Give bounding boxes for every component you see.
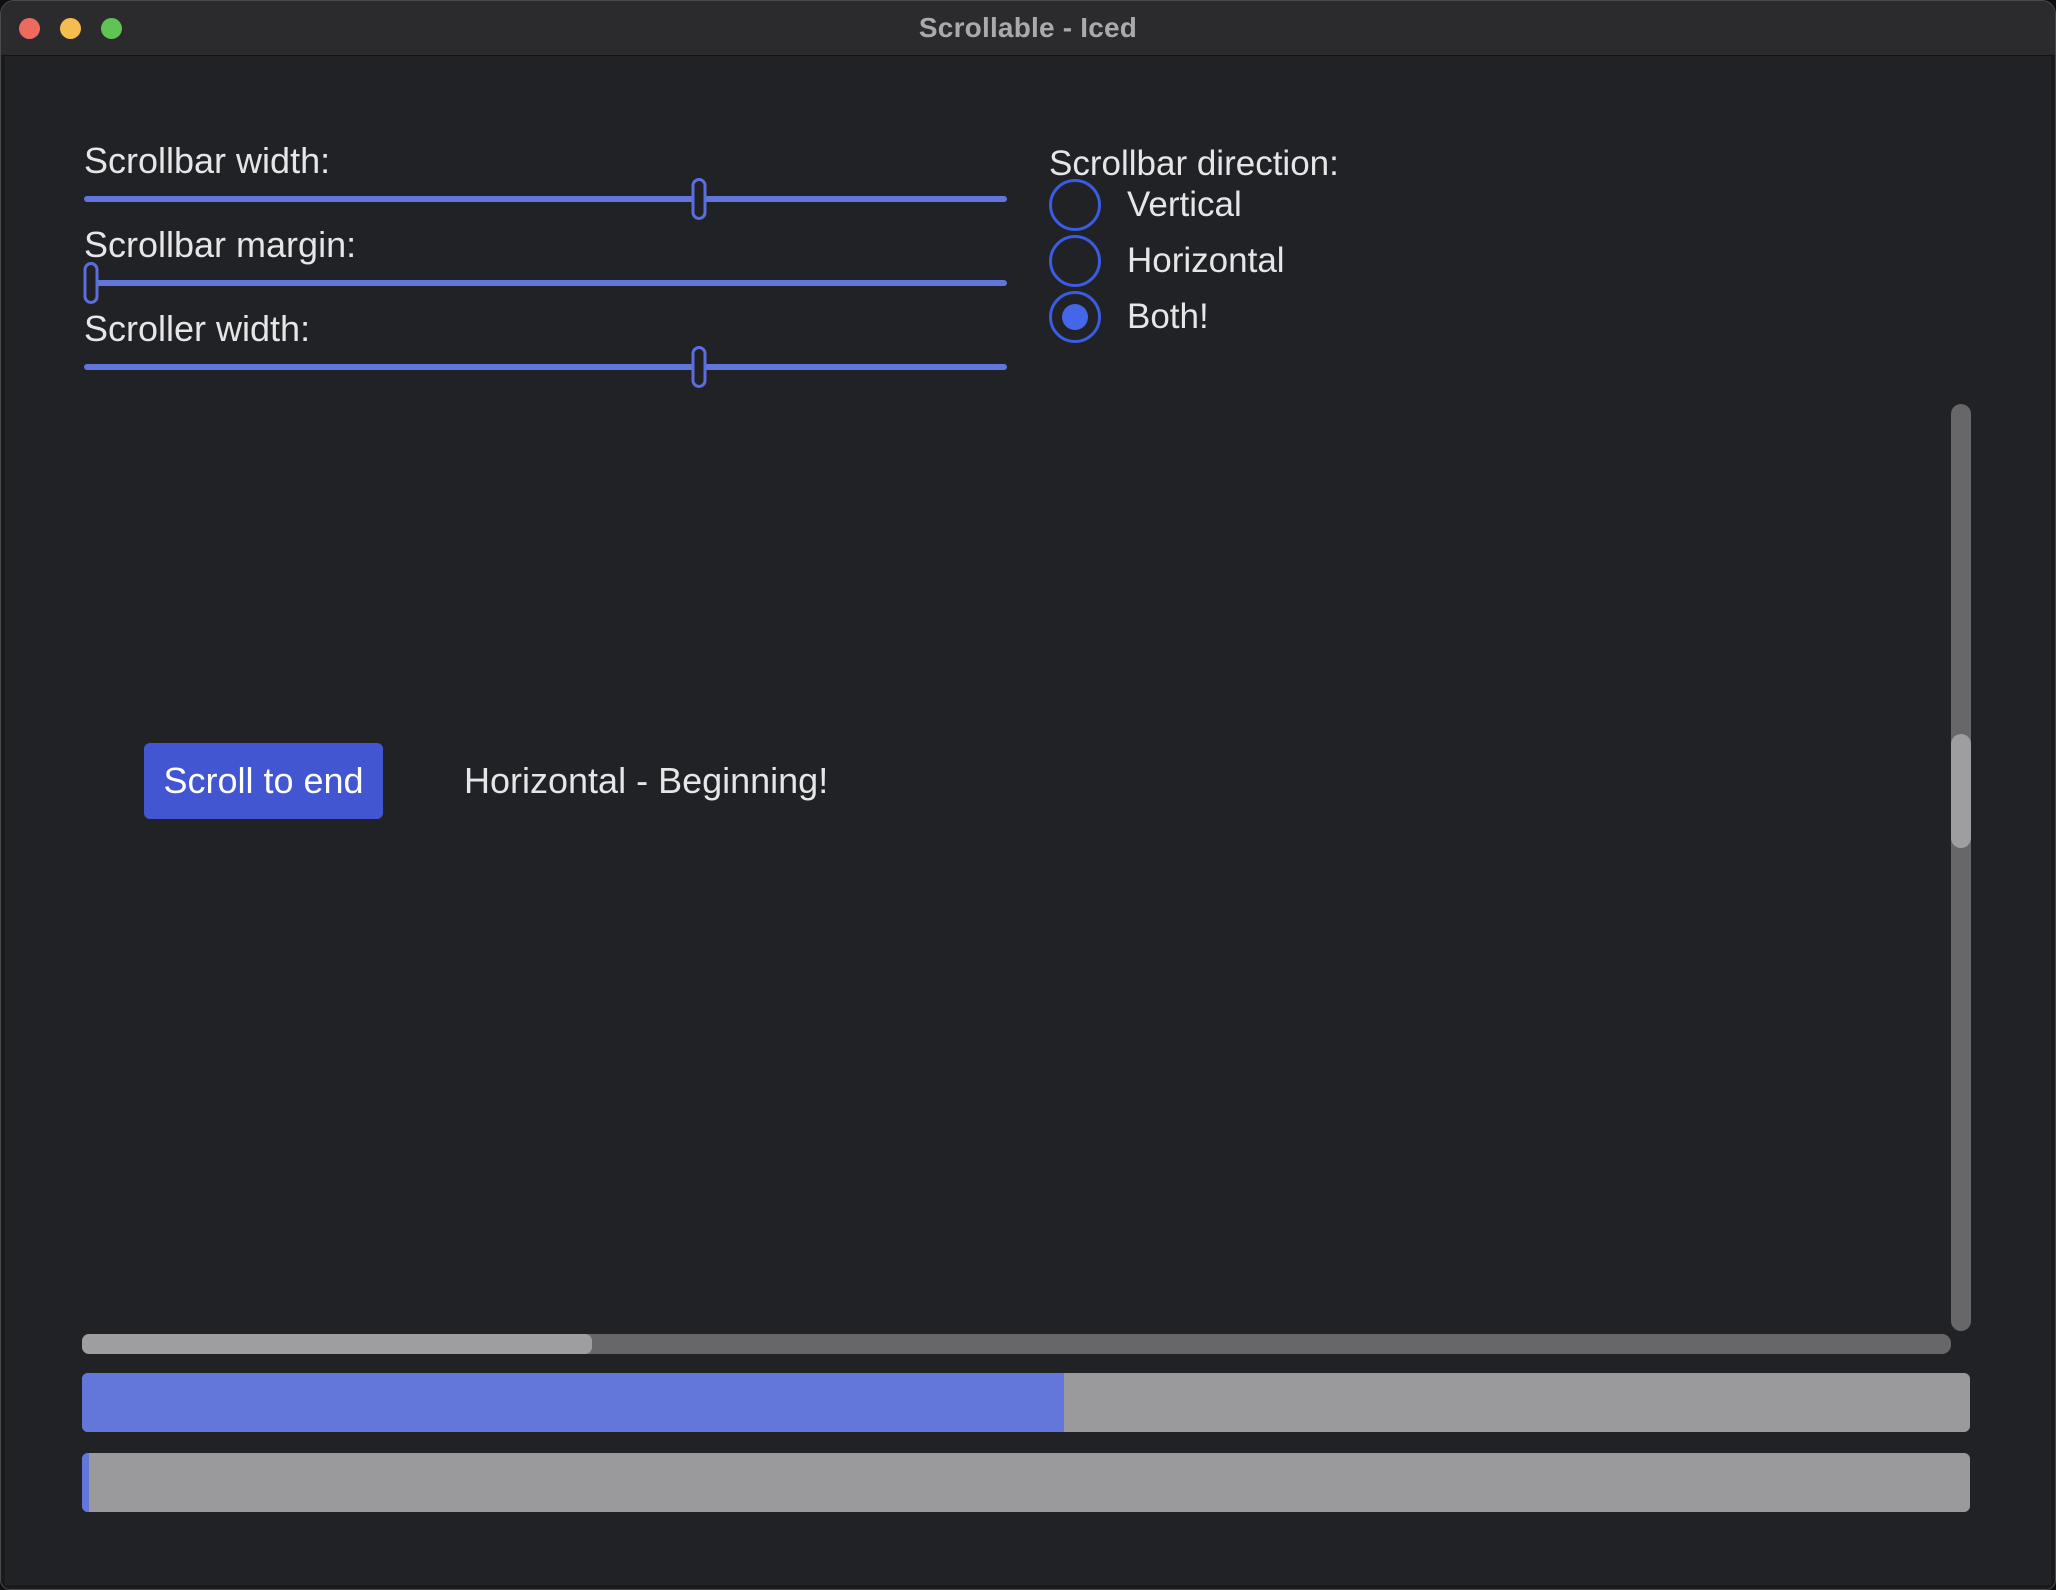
scroller-width-slider[interactable] [84,346,1007,388]
radio-circle-icon[interactable] [1049,179,1101,231]
minimize-button[interactable] [60,18,81,39]
slider-rail[interactable] [84,364,1007,370]
scrollbar-width-label: Scrollbar width: [84,141,330,181]
app-window: Scrollable - Iced Scrollbar width: Scrol… [0,0,2056,1590]
window-border-right [2051,56,2055,1589]
radio-both[interactable]: Both! [1049,291,1209,343]
radio-circle-icon[interactable] [1049,235,1101,287]
close-button[interactable] [19,18,40,39]
scrollbar-direction-label: Scrollbar direction: [1049,144,1339,184]
titlebar: Scrollable - Iced [1,1,2055,56]
radio-horizontal-label: Horizontal [1127,241,1285,281]
slider-handle[interactable] [691,178,706,220]
window-border-bottom [1,1585,2055,1589]
progress-fill [82,1373,1064,1432]
radio-dot-icon [1062,304,1088,330]
horizontal-scroller[interactable] [82,1334,592,1354]
maximize-button[interactable] [101,18,122,39]
radio-vertical[interactable]: Vertical [1049,179,1242,231]
radio-vertical-label: Vertical [1127,185,1242,225]
radio-circle-icon[interactable] [1049,291,1101,343]
slider-rail[interactable] [84,280,1007,286]
traffic-lights [19,1,122,56]
horizontal-scrollbar[interactable] [82,1334,1951,1354]
scroller-width-label: Scroller width: [84,309,310,349]
window-title: Scrollable - Iced [919,12,1137,44]
radio-both-label: Both! [1127,297,1209,337]
horizontal-progress-bar [82,1373,1970,1432]
radio-horizontal[interactable]: Horizontal [1049,235,1285,287]
vertical-scroller[interactable] [1951,734,1971,848]
scrollbar-margin-label: Scrollbar margin: [84,225,356,265]
vertical-progress-bar [82,1453,1970,1512]
scrollbar-width-slider[interactable] [84,178,1007,220]
slider-handle[interactable] [691,346,706,388]
vertical-scrollbar[interactable] [1951,404,1971,1331]
scroll-to-end-button[interactable]: Scroll to end [144,743,383,819]
slider-handle[interactable] [84,262,99,304]
slider-rail[interactable] [84,196,1007,202]
window-border-left [1,56,5,1589]
progress-fill [82,1453,89,1512]
scroll-status-text: Horizontal - Beginning! [464,743,828,819]
scrollbar-margin-slider[interactable] [84,262,1007,304]
